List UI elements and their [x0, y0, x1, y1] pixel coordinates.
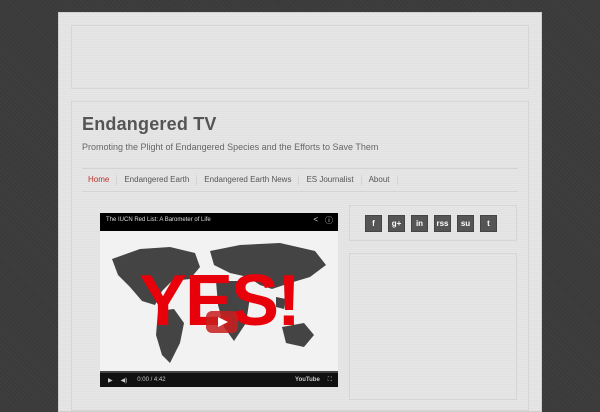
nav-item-home[interactable]: Home [82, 175, 118, 185]
site-tagline: Promoting the Plight of Endangered Speci… [82, 142, 379, 152]
volume-icon[interactable]: ◀) [121, 377, 128, 384]
facebook-icon[interactable]: f [365, 215, 382, 232]
social-widget: f g+ in rss su t [349, 205, 517, 241]
fullscreen-icon[interactable]: ⛶ [328, 377, 332, 384]
main-nav: Home Endangered Earth Endangered Earth N… [82, 168, 518, 192]
play-button[interactable] [206, 311, 238, 333]
site-title[interactable]: Endangered TV [82, 114, 217, 135]
sidebar-widget [349, 253, 517, 400]
youtube-logo[interactable]: YouTube [295, 377, 320, 383]
nav-item-endangered-earth-news[interactable]: Endangered Earth News [197, 175, 300, 185]
share-icon[interactable]: < [313, 215, 318, 226]
video-player[interactable]: The IUCN Red List: A Barometer of Life <… [100, 213, 338, 387]
video-time: 0:00 / 4:42 [137, 377, 166, 383]
info-icon[interactable]: ⓘ [325, 215, 333, 226]
nav-item-about[interactable]: About [362, 175, 398, 185]
video-top-icons: < ⓘ [313, 215, 333, 226]
nav-item-endangered-earth[interactable]: Endangered Earth [117, 175, 198, 185]
nav-item-es-journalist[interactable]: ES Journalist [299, 175, 362, 185]
rss-icon[interactable]: rss [434, 215, 451, 232]
video-title[interactable]: The IUCN Red List: A Barometer of Life [106, 217, 211, 223]
linkedin-icon[interactable]: in [411, 215, 428, 232]
play-icon[interactable]: ▶ [108, 377, 113, 384]
header-banner [71, 25, 529, 89]
google-plus-icon[interactable]: g+ [388, 215, 405, 232]
twitter-icon[interactable]: t [480, 215, 497, 232]
social-icons-row: f g+ in rss su t [365, 215, 497, 232]
video-controls: ▶ ◀) 0:00 / 4:42 YouTube ⛶ [100, 373, 338, 387]
stumbleupon-icon[interactable]: su [457, 215, 474, 232]
video-frame[interactable]: YES! [100, 231, 338, 377]
